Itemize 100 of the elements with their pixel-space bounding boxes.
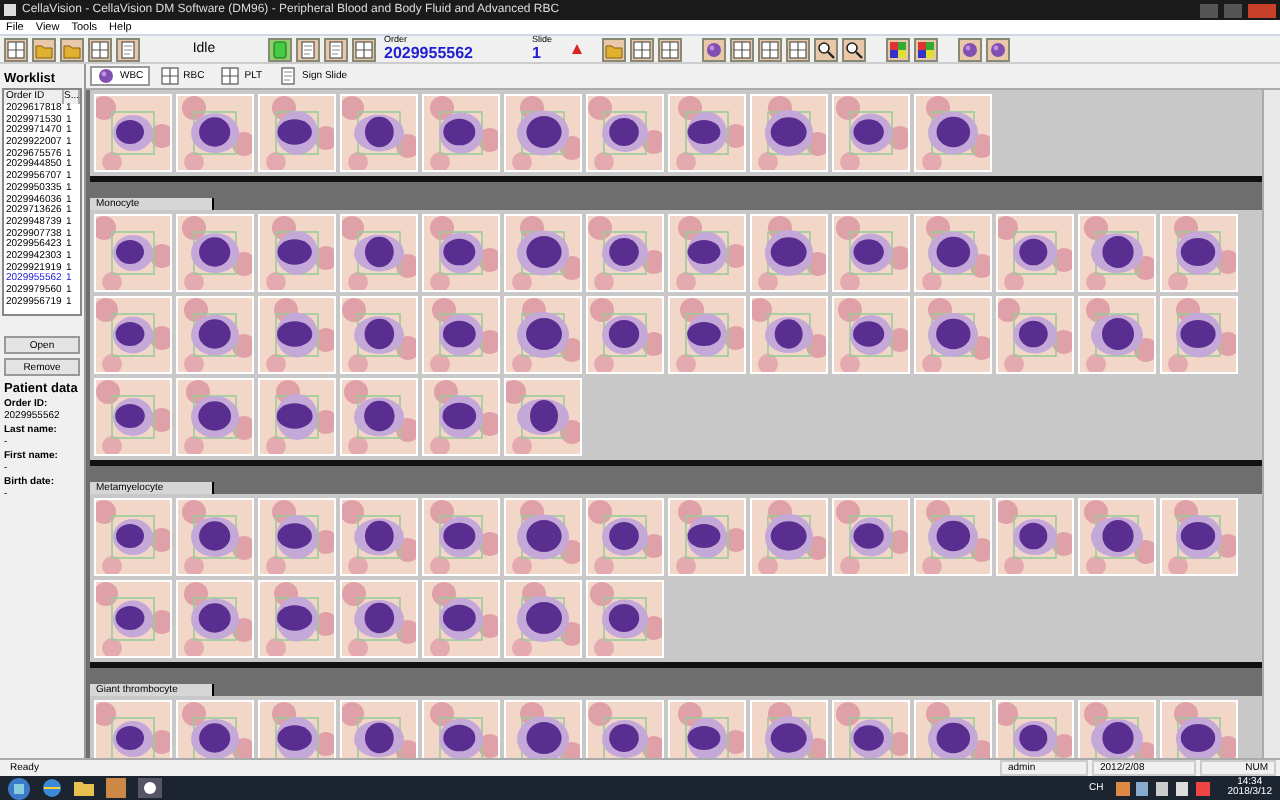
folder-icon[interactable]	[74, 778, 94, 798]
grid-icon	[354, 39, 374, 59]
cell-photo[interactable]	[176, 296, 254, 374]
cell-photo[interactable]	[1160, 498, 1238, 576]
cell-photo[interactable]	[832, 94, 910, 172]
cell-photo[interactable]	[176, 700, 254, 758]
cell-photo[interactable]	[340, 94, 418, 172]
browser-icon[interactable]	[42, 778, 62, 798]
color-grid-icon	[916, 39, 936, 59]
cell-photo[interactable]	[586, 214, 664, 292]
cell-photo[interactable]	[176, 378, 254, 456]
cell-photo[interactable]	[422, 214, 500, 292]
cell-photo[interactable]	[504, 580, 582, 658]
cell-photo[interactable]	[668, 94, 746, 172]
cell-photo[interactable]	[504, 94, 582, 172]
cell-photo[interactable]	[586, 498, 664, 576]
app-icon	[4, 4, 16, 16]
cell-photo[interactable]	[422, 378, 500, 456]
cell-photo[interactable]	[1160, 296, 1238, 374]
cell-photo[interactable]	[94, 296, 172, 374]
cell-photo[interactable]	[996, 498, 1074, 576]
cell-photo[interactable]	[340, 296, 418, 374]
cell-photo[interactable]	[996, 700, 1074, 758]
cell-photo[interactable]	[750, 700, 828, 758]
cell-photo[interactable]	[914, 296, 992, 374]
warning-icon	[572, 44, 582, 54]
cell-photo[interactable]	[1078, 296, 1156, 374]
cell-photo[interactable]	[504, 700, 582, 758]
cell-photo[interactable]	[586, 296, 664, 374]
cell-photo[interactable]	[422, 700, 500, 758]
cell-photo[interactable]	[340, 378, 418, 456]
toolbar-button[interactable]	[886, 37, 910, 61]
cell-photo[interactable]	[586, 580, 664, 658]
cell-photo[interactable]	[1078, 498, 1156, 576]
cell-photo[interactable]	[996, 296, 1074, 374]
cell-photo[interactable]	[94, 214, 172, 292]
cell-photo[interactable]	[668, 214, 746, 292]
order-number: 2029955562	[384, 45, 475, 62]
cell-photo[interactable]	[340, 580, 418, 658]
cell-photo[interactable]	[176, 94, 254, 172]
cell-photo[interactable]	[258, 94, 336, 172]
cell-photo[interactable]	[750, 296, 828, 374]
cell-photo[interactable]	[504, 296, 582, 374]
cell-photo[interactable]	[832, 700, 910, 758]
cell-photo[interactable]	[258, 498, 336, 576]
cell-photo[interactable]	[914, 94, 992, 172]
cell-photo[interactable]	[176, 214, 254, 292]
cell-photo[interactable]	[668, 296, 746, 374]
cell-photo[interactable]	[504, 498, 582, 576]
cell-photo[interactable]	[750, 94, 828, 172]
cell-photo[interactable]	[340, 700, 418, 758]
cell-photo[interactable]	[258, 700, 336, 758]
cell-photo[interactable]	[94, 94, 172, 172]
cell-photo[interactable]	[996, 214, 1074, 292]
scrollbar[interactable]	[1262, 90, 1280, 758]
cell-photo[interactable]	[94, 498, 172, 576]
cell-photo[interactable]	[750, 498, 828, 576]
cell-photo[interactable]	[258, 296, 336, 374]
cell-photo[interactable]	[258, 580, 336, 658]
cell-photo[interactable]	[1078, 214, 1156, 292]
toolbar-button[interactable]	[814, 37, 838, 61]
cell-photo[interactable]	[94, 700, 172, 758]
cell-photo[interactable]	[504, 378, 582, 456]
toolbar-button[interactable]	[842, 37, 866, 61]
start-button[interactable]	[8, 777, 30, 799]
cell-photo[interactable]	[176, 580, 254, 658]
toolbar-button[interactable]	[914, 37, 938, 61]
cell-photo[interactable]	[94, 378, 172, 456]
cell-photo[interactable]	[668, 700, 746, 758]
cell-photo[interactable]	[586, 94, 664, 172]
cell-photo[interactable]	[750, 214, 828, 292]
cell-photo[interactable]	[94, 580, 172, 658]
cell-photo[interactable]	[832, 214, 910, 292]
cell-photo[interactable]	[914, 214, 992, 292]
cell-photo[interactable]	[832, 498, 910, 576]
blood-cell-icon	[96, 66, 116, 86]
cell-photo[interactable]	[914, 700, 992, 758]
cell-photo[interactable]	[422, 94, 500, 172]
cell-photo[interactable]	[340, 498, 418, 576]
cell-photo[interactable]	[258, 214, 336, 292]
cell-photo[interactable]	[1078, 700, 1156, 758]
color-grid-icon	[888, 39, 908, 59]
close-button[interactable]	[1248, 3, 1276, 17]
cell-photo[interactable]	[1160, 700, 1238, 758]
cell-photo[interactable]	[1160, 214, 1238, 292]
cell-photo[interactable]	[832, 296, 910, 374]
cell-photo[interactable]	[422, 498, 500, 576]
cell-photo[interactable]	[668, 498, 746, 576]
app-icon[interactable]	[138, 778, 162, 798]
cell-photo[interactable]	[422, 580, 500, 658]
cell-photo[interactable]	[258, 378, 336, 456]
cell-photo[interactable]	[340, 214, 418, 292]
document-icon	[270, 39, 290, 59]
cell-photo[interactable]	[586, 700, 664, 758]
grid-icon	[220, 66, 241, 86]
grid-icon	[788, 39, 808, 59]
cell-photo[interactable]	[422, 296, 500, 374]
cell-photo[interactable]	[914, 498, 992, 576]
cell-photo[interactable]	[176, 498, 254, 576]
cell-photo[interactable]	[504, 214, 582, 292]
